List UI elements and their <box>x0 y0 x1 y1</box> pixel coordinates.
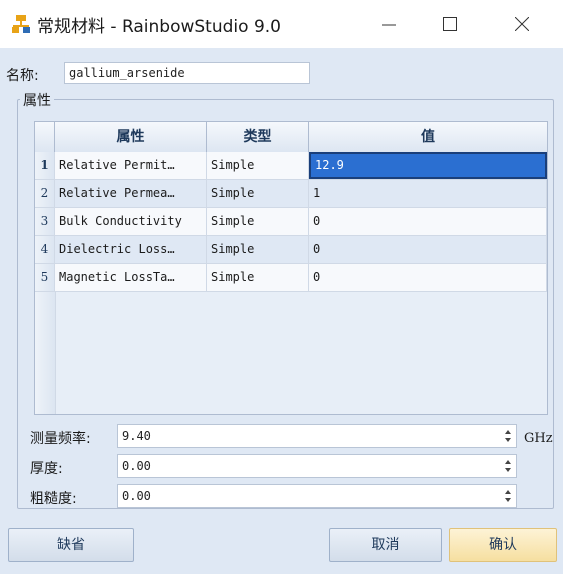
close-icon <box>515 17 529 31</box>
row-number: 2 <box>35 180 55 207</box>
minimize-icon <box>382 24 396 26</box>
cell-type[interactable]: Simple <box>207 208 309 235</box>
properties-group-title: 属性 <box>20 90 54 110</box>
header-property[interactable]: 属性 <box>55 122 207 152</box>
thickness-input[interactable]: 0.00 <box>117 454 517 478</box>
roughness-input[interactable]: 0.00 <box>117 484 517 508</box>
app-icon <box>12 15 30 33</box>
ok-button[interactable]: 确认 <box>449 528 557 562</box>
table-row[interactable]: 2 Relative Permea… Simple 1 <box>35 180 547 208</box>
frequency-value: 9.40 <box>122 429 151 443</box>
thickness-value: 0.00 <box>122 459 151 473</box>
cell-property[interactable]: Magnetic LossTa… <box>55 264 207 291</box>
maximize-icon <box>443 17 457 31</box>
name-input[interactable]: gallium_arsenide <box>64 62 310 84</box>
frequency-label: 测量频率: <box>30 431 91 447</box>
cell-property[interactable]: Dielectric Loss… <box>55 236 207 263</box>
roughness-value: 0.00 <box>122 489 151 503</box>
cell-property[interactable]: Relative Permea… <box>55 180 207 207</box>
grid-header: 属性 类型 值 <box>35 122 547 153</box>
table-row[interactable]: 3 Bulk Conductivity Simple 0 <box>35 208 547 236</box>
header-value[interactable]: 值 <box>309 122 547 152</box>
roughness-label: 粗糙度: <box>30 491 77 507</box>
cancel-button[interactable]: 取消 <box>329 528 442 562</box>
minimize-button[interactable] <box>364 0 414 48</box>
cell-value[interactable]: 12.9 <box>309 152 547 179</box>
cell-type[interactable]: Simple <box>207 264 309 291</box>
table-row[interactable]: 1 Relative Permit… Simple 12.9 <box>35 152 547 180</box>
cell-property[interactable]: Relative Permit… <box>55 152 207 179</box>
row-number: 3 <box>35 208 55 235</box>
cell-type[interactable]: Simple <box>207 152 309 179</box>
cell-value[interactable]: 0 <box>309 236 547 263</box>
row-header-strip <box>35 292 56 414</box>
maximize-button[interactable] <box>425 0 475 48</box>
table-row[interactable]: 5 Magnetic LossTa… Simple 0 <box>35 264 547 292</box>
title-bar: 常规材料 - RainbowStudio 9.0 <box>0 0 563 48</box>
cell-value[interactable]: 0 <box>309 264 547 291</box>
close-button[interactable] <box>497 0 547 48</box>
table-row[interactable]: 4 Dielectric Loss… Simple 0 <box>35 236 547 264</box>
cell-property[interactable]: Bulk Conductivity <box>55 208 207 235</box>
cell-value[interactable]: 0 <box>309 208 547 235</box>
default-button[interactable]: 缺省 <box>8 528 134 562</box>
thickness-label: 厚度: <box>30 461 63 477</box>
frequency-input[interactable]: 9.40 <box>117 424 517 448</box>
row-number: 1 <box>35 152 55 179</box>
name-label: 名称: <box>6 68 39 84</box>
spin-arrows-icon[interactable] <box>504 428 512 444</box>
row-number: 4 <box>35 236 55 263</box>
header-rownum <box>35 122 55 152</box>
properties-grid[interactable]: 属性 类型 值 1 Relative Permit… Simple 12.9 2… <box>34 121 548 415</box>
cell-type[interactable]: Simple <box>207 236 309 263</box>
frequency-unit: GHz <box>524 431 553 446</box>
window-title: 常规材料 - RainbowStudio 9.0 <box>37 17 281 37</box>
cell-type[interactable]: Simple <box>207 180 309 207</box>
material-dialog: 常规材料 - RainbowStudio 9.0 名称: gallium_ars… <box>0 0 563 574</box>
row-number: 5 <box>35 264 55 291</box>
spin-arrows-icon[interactable] <box>504 488 512 504</box>
header-type[interactable]: 类型 <box>207 122 309 152</box>
cell-value[interactable]: 1 <box>309 180 547 207</box>
spin-arrows-icon[interactable] <box>504 458 512 474</box>
